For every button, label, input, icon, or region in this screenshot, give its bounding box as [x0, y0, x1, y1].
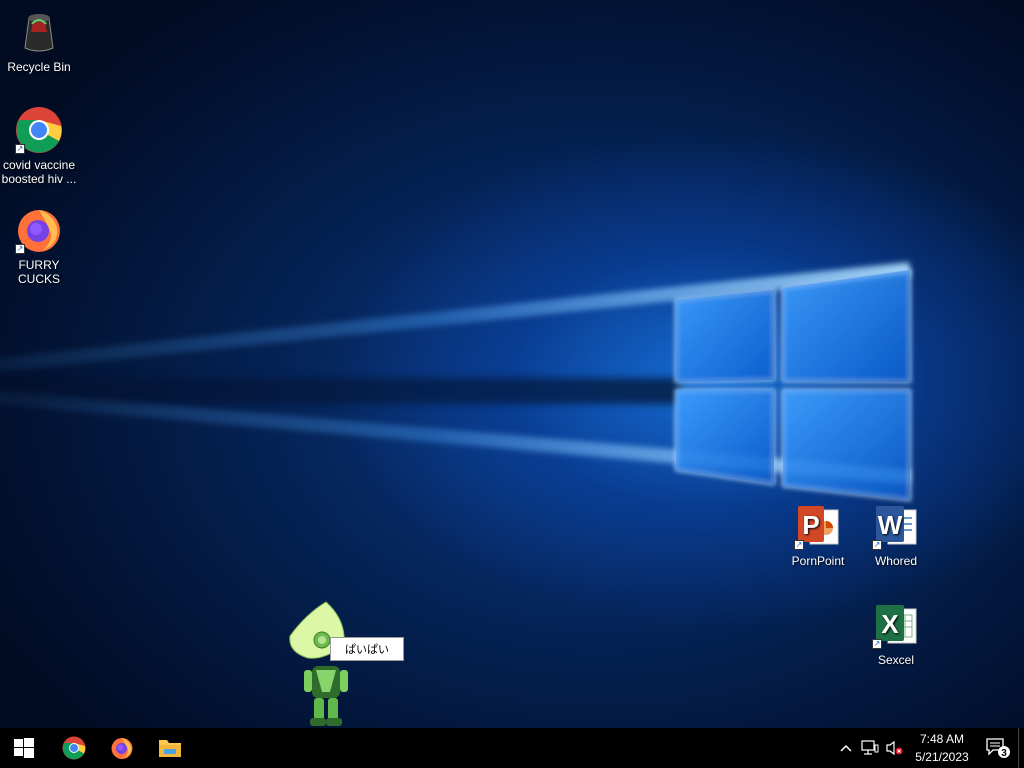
shortcut-arrow-icon: ↗ [872, 540, 882, 550]
firefox-icon: ↗ [15, 206, 63, 254]
network-icon [861, 740, 879, 755]
taskbar: 7:48 AM 5/21/2023 3 [0, 728, 1024, 768]
volume-button[interactable] [882, 728, 906, 768]
desktop-icon-label: PornPoint [791, 554, 845, 568]
chrome-icon [62, 736, 86, 760]
excel-icon: X ↗ [872, 601, 920, 649]
desktop-icon-powerpoint-shortcut[interactable]: P ↗ PornPoint [779, 502, 857, 568]
folder-icon [159, 740, 181, 757]
desktop-icon-label: FURRY CUCKS [17, 258, 60, 286]
svg-text:X: X [881, 609, 899, 639]
pet-speech-bubble: ぱいぱい [330, 637, 404, 661]
file-explorer-taskbar-button[interactable] [146, 728, 194, 768]
taskbar-clock[interactable]: 7:48 AM 5/21/2023 [906, 730, 978, 766]
start-button[interactable] [0, 728, 48, 768]
show-desktop-button[interactable] [1018, 728, 1024, 768]
desktop-icon-label: Sexcel [877, 653, 915, 667]
svg-text:P: P [802, 510, 819, 540]
clock-date: 5/21/2023 [915, 750, 969, 764]
desktop-icon-label: covid vaccine boosted hiv ... [1, 158, 77, 186]
recycle-bin-icon [15, 8, 63, 56]
windows-icon [14, 738, 34, 758]
desktop-icon-recycle-bin[interactable]: Recycle Bin [0, 8, 78, 74]
powerpoint-icon: P ↗ [794, 502, 842, 550]
desktop-icon-label: Recycle Bin [7, 60, 71, 74]
clock-time: 7:48 AM [919, 732, 965, 746]
chrome-icon: ↗ [15, 106, 63, 154]
action-center-button[interactable]: 3 [978, 728, 1018, 768]
volume-muted-icon [886, 740, 903, 756]
svg-text:W: W [878, 510, 903, 540]
chevron-up-icon [840, 744, 852, 752]
shortcut-arrow-icon: ↗ [872, 639, 882, 649]
desktop-pet-character[interactable] [286, 600, 366, 728]
notification-icon: 3 [986, 738, 1010, 759]
desktop-icon-firefox-shortcut[interactable]: ↗ FURRY CUCKS [0, 206, 78, 286]
word-icon: W ↗ [872, 502, 920, 550]
show-hidden-icons-button[interactable] [834, 728, 858, 768]
desktop-icon-word-shortcut[interactable]: W ↗ Whored [857, 502, 935, 568]
system-tray: 7:48 AM 5/21/2023 3 [834, 728, 1024, 768]
notification-count: 3 [1001, 748, 1007, 759]
shortcut-arrow-icon: ↗ [794, 540, 804, 550]
shortcut-arrow-icon: ↗ [15, 144, 25, 154]
shortcut-arrow-icon: ↗ [15, 244, 25, 254]
desktop-icon-chrome-shortcut[interactable]: ↗ covid vaccine boosted hiv ... [0, 106, 78, 186]
chrome-taskbar-button[interactable] [50, 728, 98, 768]
desktop-icon-excel-shortcut[interactable]: X ↗ Sexcel [857, 601, 935, 667]
desktop-icon-label: Whored [874, 554, 918, 568]
network-button[interactable] [858, 728, 882, 768]
firefox-taskbar-button[interactable] [98, 728, 146, 768]
firefox-icon [111, 738, 133, 759]
